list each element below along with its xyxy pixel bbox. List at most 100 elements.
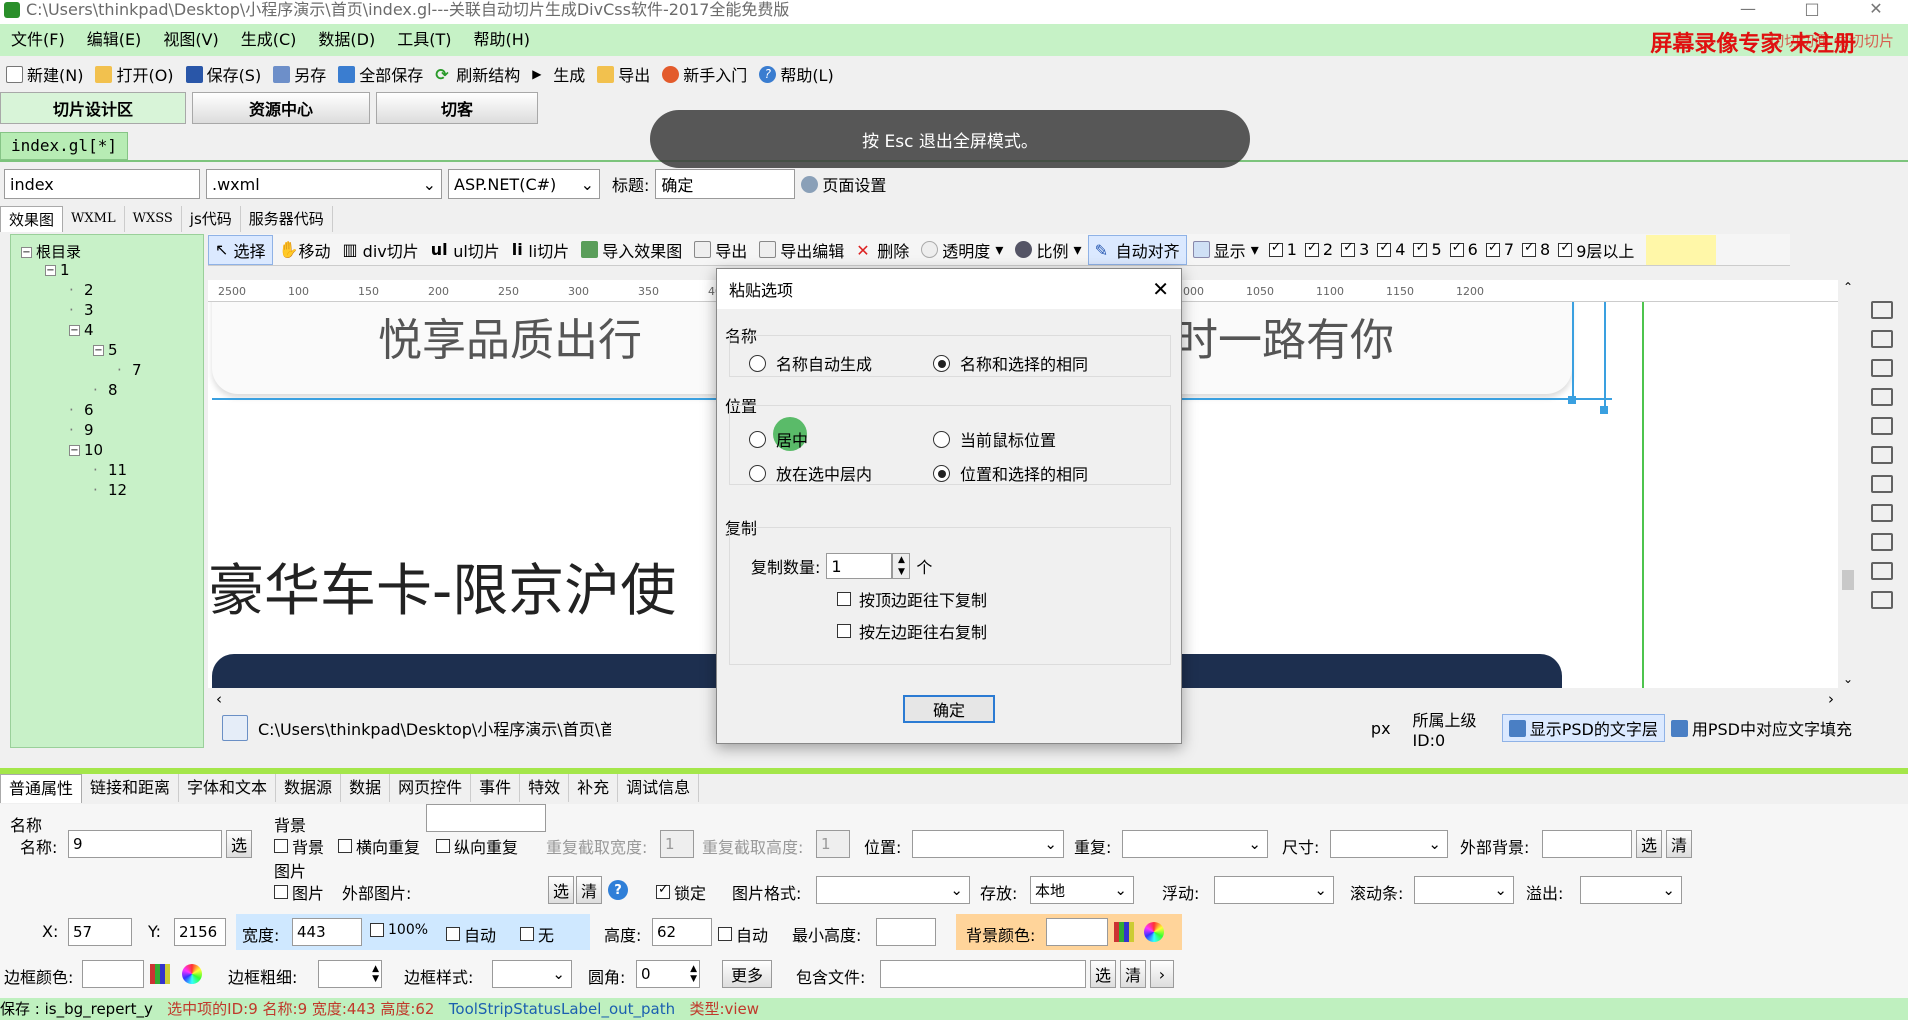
image-format-select[interactable]: ⌄ xyxy=(816,876,970,904)
collapse-icon[interactable]: − xyxy=(69,325,80,336)
property-tab[interactable]: 调试信息 xyxy=(618,774,700,802)
distribute-v-icon[interactable] xyxy=(1871,562,1893,580)
display-dropdown[interactable]: 显示 ▾ xyxy=(1187,235,1265,265)
scroll-up-icon[interactable]: ⌃ xyxy=(1838,280,1858,294)
tree-node[interactable]: −4 xyxy=(69,321,94,339)
border-color-input[interactable] xyxy=(82,960,144,988)
collapse-icon[interactable]: − xyxy=(69,445,80,456)
export-slice-button[interactable]: 导出 xyxy=(688,235,753,265)
minimize-button[interactable]: — xyxy=(1716,0,1780,24)
align-middle-icon[interactable] xyxy=(1871,417,1893,435)
radius-input[interactable]: 0 ▲ ▼ xyxy=(636,960,700,988)
scrollbar-select[interactable]: ⌄ xyxy=(1414,876,1514,904)
tab-preview[interactable]: 效果图 xyxy=(0,206,64,232)
tab-js[interactable]: js代码 xyxy=(182,206,241,232)
repeat-y-checkbox[interactable]: 纵向重复 xyxy=(436,834,518,858)
external-bg-clear-button[interactable]: 清 xyxy=(1666,830,1692,858)
property-tab[interactable]: 特效 xyxy=(520,774,570,802)
more-button[interactable]: 更多 xyxy=(722,960,772,988)
name-input[interactable]: 9 xyxy=(68,830,222,858)
document-tab[interactable]: index.gl[*] xyxy=(0,132,128,160)
page-settings-button[interactable]: 页面设置 xyxy=(795,170,892,198)
layer-check-1[interactable]: 1 xyxy=(1265,235,1301,265)
name-auto-radio[interactable]: 名称自动生成 xyxy=(749,351,872,375)
repeat-select[interactable]: ⌄ xyxy=(1122,830,1268,858)
tree-node[interactable]: −1 xyxy=(45,261,70,279)
ul-slice-tool[interactable]: ul ul切片 xyxy=(425,235,506,265)
scroll-right-icon[interactable]: › xyxy=(1828,690,1834,708)
store-select[interactable]: 本地 ⌄ xyxy=(1030,876,1134,904)
copy-count-input[interactable]: 1 xyxy=(826,553,893,579)
scroll-down-icon[interactable]: ⌄ xyxy=(1838,672,1858,686)
align-right-icon[interactable] xyxy=(1871,359,1893,377)
maximize-button[interactable]: □ xyxy=(1780,0,1844,24)
ok-button[interactable]: 确定 xyxy=(903,695,995,723)
position-select[interactable]: ⌄ xyxy=(912,830,1064,858)
include-select-button[interactable]: 选 xyxy=(1090,960,1116,988)
external-bg-input[interactable] xyxy=(1542,830,1632,858)
menu-help[interactable]: 帮助(H) xyxy=(463,24,542,56)
select-tool[interactable]: ↖ 选择 xyxy=(208,234,273,265)
canvas-vertical-scrollbar[interactable]: ⌃ ⌄ xyxy=(1838,280,1858,688)
tree-node[interactable]: −5 xyxy=(93,341,118,359)
import-image-button[interactable]: 导入效果图 xyxy=(575,235,688,265)
property-tab[interactable]: 链接和距离 xyxy=(82,774,180,802)
tree-node[interactable]: · 3 xyxy=(69,301,94,319)
layer-check-8[interactable]: 8 xyxy=(1518,235,1554,265)
border-style-select[interactable]: ⌄ xyxy=(492,960,572,988)
auto-width-checkbox[interactable]: 自动 xyxy=(446,922,496,946)
resize-handle[interactable] xyxy=(1600,406,1608,414)
tree-node[interactable]: · 6 xyxy=(69,401,94,419)
align-bottom-icon[interactable] xyxy=(1871,446,1893,464)
scroll-left-icon[interactable]: ‹ xyxy=(216,690,222,708)
collapse-icon[interactable]: − xyxy=(21,247,32,258)
copy-right-checkbox[interactable]: 按左边距往右复制 xyxy=(837,619,987,643)
copy-down-checkbox[interactable]: 按顶边距往下复制 xyxy=(837,587,987,611)
property-tab[interactable]: 事件 xyxy=(471,774,521,802)
border-width-input[interactable]: ▲ ▼ xyxy=(318,960,382,988)
ratio-dropdown[interactable]: 比例 ▾ xyxy=(1009,235,1087,265)
include-clear-button[interactable]: 清 xyxy=(1120,960,1146,988)
external-image-select-button[interactable]: 选 xyxy=(548,876,574,904)
height-input[interactable]: 62 xyxy=(652,918,712,946)
y-input[interactable]: 2156 xyxy=(174,918,226,946)
refresh-structure-button[interactable]: ⟳ 刷新结构 xyxy=(429,60,526,88)
auto-height-checkbox[interactable]: 自动 xyxy=(718,922,768,946)
beginner-button[interactable]: 新手入门 xyxy=(656,60,753,88)
pos-inside-radio[interactable]: 放在选中层内 xyxy=(749,461,872,485)
li-slice-tool[interactable]: li li切片 xyxy=(506,235,575,265)
external-image-clear-button[interactable]: 清 xyxy=(576,876,602,904)
close-window-button[interactable]: ✕ xyxy=(1844,0,1908,24)
name-select-button[interactable]: 选 xyxy=(226,830,252,858)
save-button[interactable]: 保存(S) xyxy=(180,60,268,88)
layer-check-6[interactable]: 6 xyxy=(1446,235,1482,265)
align-left-icon[interactable] xyxy=(1871,301,1893,319)
include-file-input[interactable] xyxy=(880,960,1086,988)
color-wheel-icon[interactable] xyxy=(182,964,202,984)
tab-server-code[interactable]: 服务器代码 xyxy=(241,206,333,232)
tab-slice-design[interactable]: 切片设计区 xyxy=(0,92,186,124)
spinner-icon[interactable]: ▲ ▼ xyxy=(690,964,697,984)
menu-file[interactable]: 文件(F) xyxy=(0,24,76,56)
generate-button[interactable]: ▶ 生成 xyxy=(526,60,591,88)
crop-width-input[interactable]: 1 xyxy=(660,830,694,858)
export-edit-button[interactable]: 导出编辑 xyxy=(753,235,850,265)
tree-node[interactable]: −10 xyxy=(69,441,103,459)
save-all-button[interactable]: 全部保存 xyxy=(332,60,429,88)
property-tab[interactable]: 数据源 xyxy=(276,774,342,802)
auto-align-toggle[interactable]: ✎ 自动对齐 xyxy=(1087,234,1187,265)
tree-node[interactable]: · 7 xyxy=(117,361,142,379)
spinner-icon[interactable]: ▲ ▼ xyxy=(372,964,379,984)
div-slice-tool[interactable]: ▥ div切片 xyxy=(336,235,424,265)
width-input[interactable]: 443 xyxy=(292,918,362,946)
show-psd-text-button[interactable]: 显示PSD的文字层 xyxy=(1501,714,1665,742)
external-image-input[interactable] xyxy=(426,804,546,832)
crop-height-input[interactable]: 1 xyxy=(816,830,850,858)
align-top-icon[interactable] xyxy=(1871,388,1893,406)
lock-checkbox[interactable]: 锁定 xyxy=(656,880,706,904)
tree-node[interactable]: − 根目录 xyxy=(21,241,81,262)
layer-check-4[interactable]: 4 xyxy=(1373,235,1409,265)
tab-resource-center[interactable]: 资源中心 xyxy=(192,92,370,124)
full-width-checkbox[interactable]: 100% xyxy=(370,922,428,938)
layer-check-3[interactable]: 3 xyxy=(1337,235,1373,265)
